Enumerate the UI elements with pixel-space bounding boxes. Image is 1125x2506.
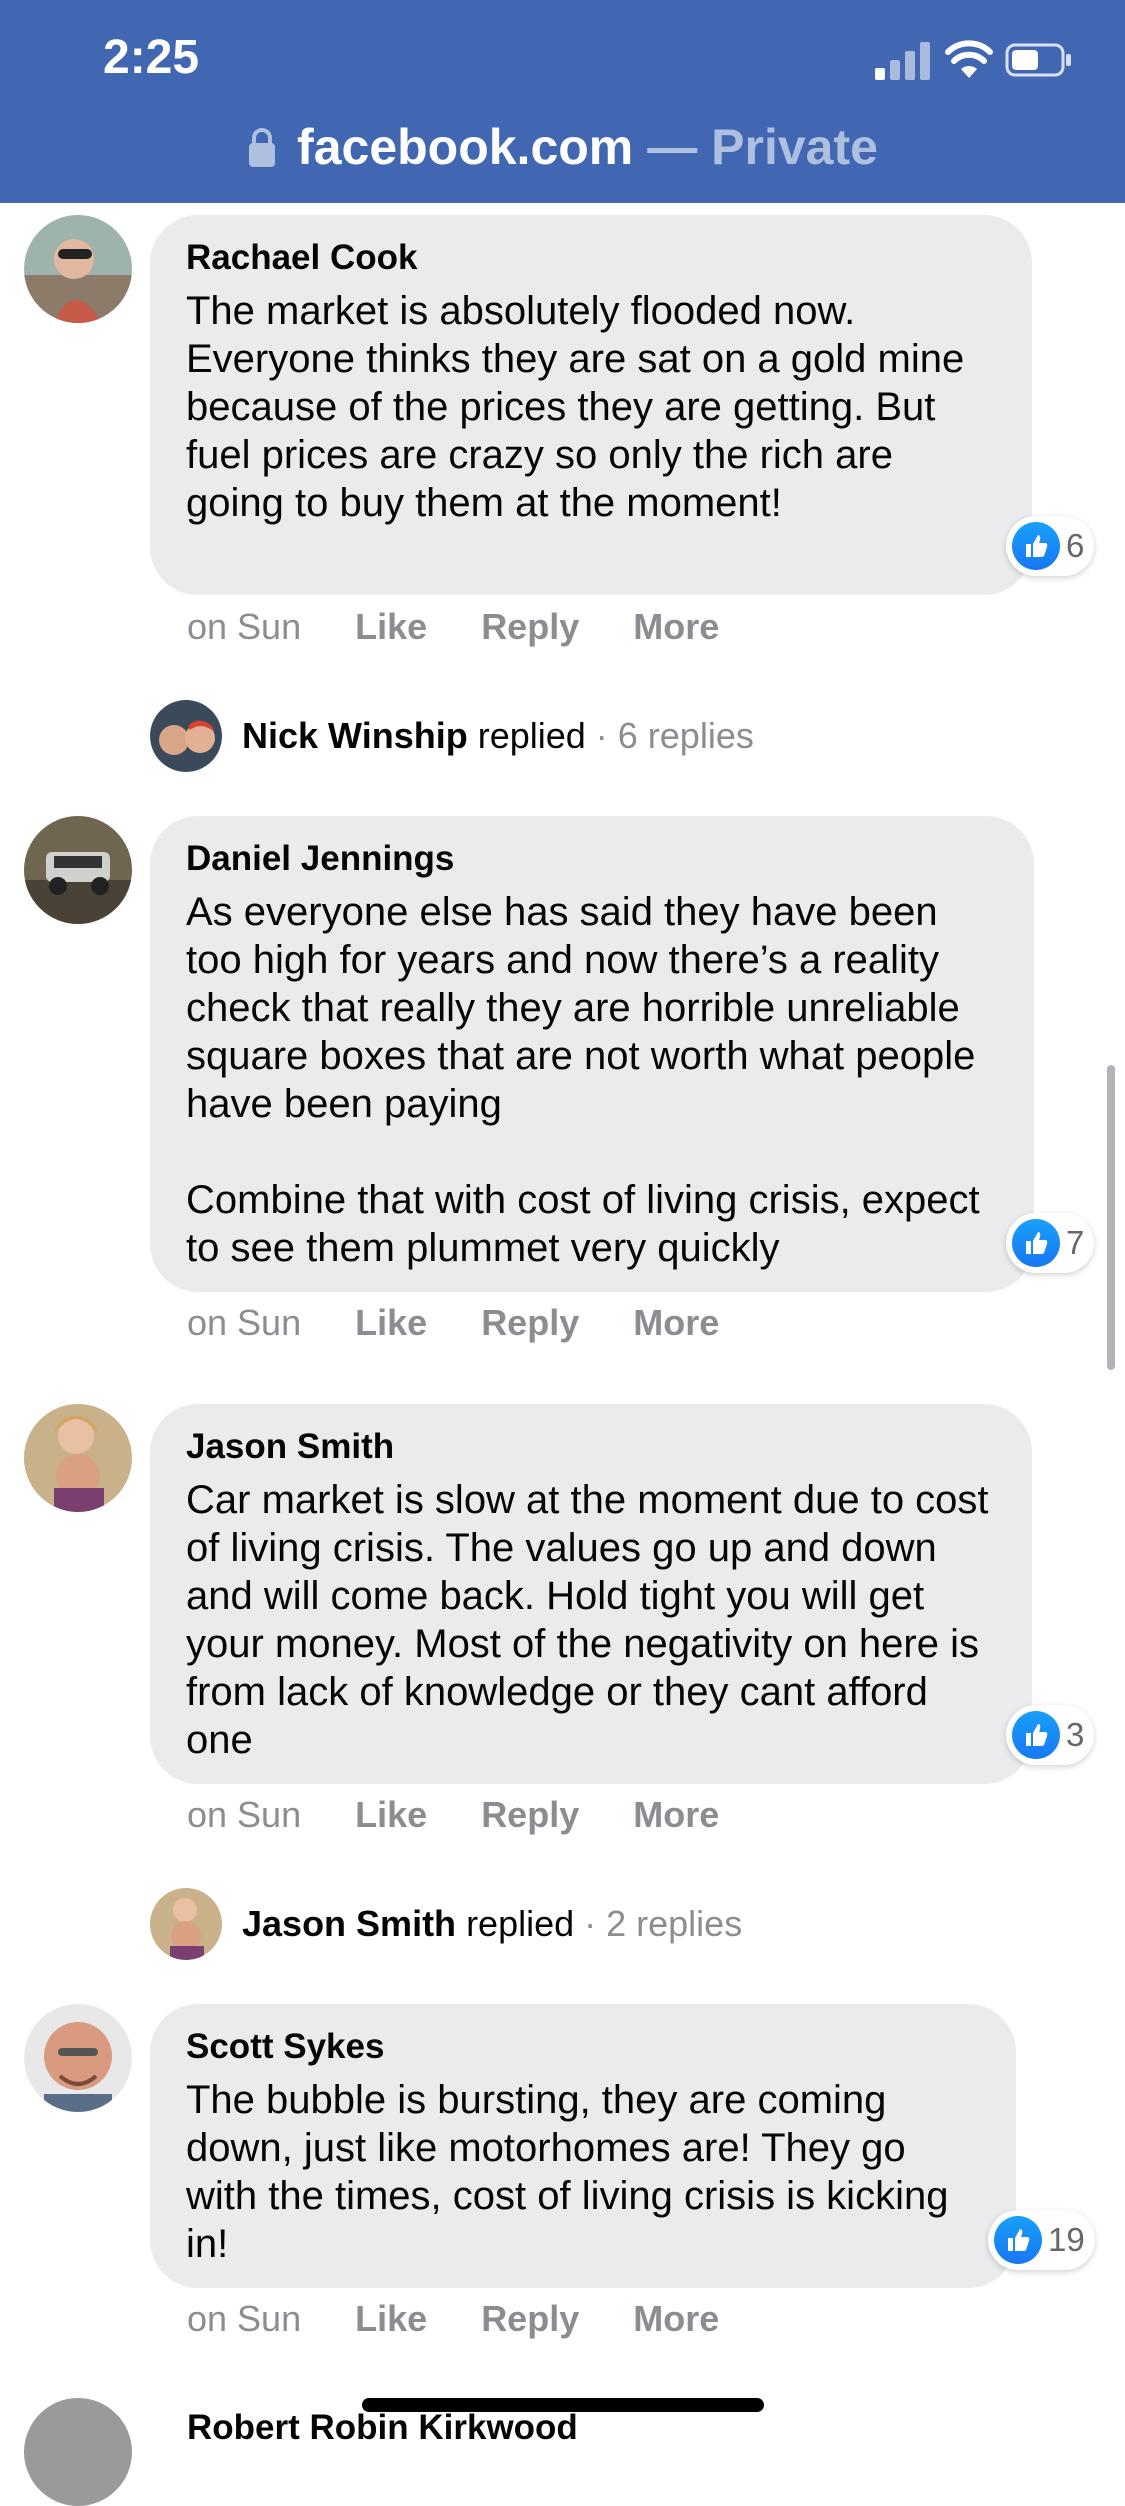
home-indicator[interactable] (362, 2398, 764, 2412)
reply-author[interactable]: Jason Smith (242, 1903, 456, 1945)
replies-link[interactable]: Nick Winship replied · 6 replies (150, 700, 754, 772)
comment-actions: on Sun Like Reply More (187, 1302, 763, 1344)
like-count: 7 (1066, 1224, 1085, 1261)
reply-avatar (150, 1888, 222, 1960)
reply-button[interactable]: Reply (481, 1794, 579, 1835)
reply-button[interactable]: Reply (481, 1302, 579, 1343)
status-time: 2:25 (103, 31, 200, 84)
like-button[interactable]: Like (355, 1794, 427, 1835)
reply-verb: replied (466, 1903, 575, 1944)
comment-actions: on Sun Like Reply More (187, 2298, 763, 2340)
url-domain: facebook.com (297, 119, 634, 175)
thumbs-up-icon (994, 2216, 1042, 2264)
comment-actions: on Sun Like Reply More (187, 606, 763, 648)
more-button[interactable]: More (633, 1794, 719, 1835)
comment-text: Car market is slow at the moment due to … (186, 1478, 989, 1762)
avatar[interactable] (24, 2004, 132, 2112)
profile-photo (24, 215, 132, 323)
comment-author[interactable]: Jason Smith (186, 1424, 996, 1470)
profile-photo (24, 816, 132, 924)
avatar[interactable] (24, 1404, 132, 1512)
lock-icon (249, 128, 276, 167)
browser-header: 2:25 facebook.com — Private (0, 0, 1125, 203)
comment-author[interactable]: Scott Sykes (186, 2024, 980, 2070)
scrollbar[interactable] (1107, 1065, 1115, 1370)
comment-text: The market is absolutely flooded now. Ev… (186, 289, 965, 525)
comment-bubble[interactable]: Daniel Jennings As everyone else has sai… (150, 816, 1034, 1292)
reply-button[interactable]: Reply (481, 606, 579, 647)
avatar[interactable] (24, 816, 132, 924)
comment-text: The bubble is bursting, they are coming … (186, 2078, 949, 2266)
comment-bubble[interactable]: Jason Smith Car market is slow at the mo… (150, 1404, 1032, 1784)
reply-verb: replied (477, 715, 586, 756)
more-button[interactable]: More (633, 2298, 719, 2339)
url-bar[interactable]: facebook.com — Private (0, 112, 1125, 182)
more-button[interactable]: More (633, 606, 719, 647)
like-count: 6 (1066, 527, 1085, 564)
reaction-count[interactable]: 6 (1006, 516, 1095, 576)
url-private-label: — Private (647, 119, 878, 175)
like-count: 19 (1048, 2221, 1085, 2258)
comment-author[interactable]: Robert Robin Kirkwood (187, 2408, 578, 2448)
reaction-count[interactable]: 3 (1006, 1705, 1095, 1765)
battery-icon (1005, 43, 1071, 77)
like-button[interactable]: Like (355, 1302, 427, 1343)
reaction-count[interactable]: 19 (988, 2210, 1095, 2270)
wifi-icon (945, 40, 993, 78)
profile-photo (150, 1888, 222, 1960)
profile-photo (150, 700, 222, 772)
profile-photo (24, 1404, 132, 1512)
more-button[interactable]: More (633, 1302, 719, 1343)
thumbs-up-icon (1012, 1711, 1060, 1759)
comment-author[interactable]: Rachael Cook (186, 235, 996, 281)
reply-count[interactable]: · 6 replies (596, 715, 754, 757)
comment-bubble[interactable]: Rachael Cook The market is absolutely fl… (150, 215, 1032, 595)
thumbs-up-icon (1012, 1219, 1060, 1267)
comment-author[interactable]: Daniel Jennings (186, 836, 998, 882)
reply-author[interactable]: Nick Winship (242, 715, 468, 757)
profile-photo (24, 2004, 132, 2112)
comment-actions: on Sun Like Reply More (187, 1794, 763, 1836)
reply-count[interactable]: · 2 replies (584, 1903, 742, 1945)
comment-text: As everyone else has said they have been… (186, 890, 980, 1270)
like-button[interactable]: Like (355, 606, 427, 647)
like-count: 3 (1066, 1716, 1085, 1753)
status-icons (873, 40, 1073, 80)
comment-bubble[interactable]: Scott Sykes The bubble is bursting, they… (150, 2004, 1016, 2288)
replies-link[interactable]: Jason Smith replied · 2 replies (150, 1888, 742, 1960)
like-button[interactable]: Like (355, 2298, 427, 2339)
reply-button[interactable]: Reply (481, 2298, 579, 2339)
comment-time[interactable]: on Sun (187, 1302, 301, 1343)
reply-avatar (150, 700, 222, 772)
avatar[interactable] (24, 215, 132, 323)
thumbs-up-icon (1012, 522, 1060, 570)
comment-time[interactable]: on Sun (187, 606, 301, 647)
comment-time[interactable]: on Sun (187, 1794, 301, 1835)
comment-time[interactable]: on Sun (187, 2298, 301, 2339)
cellular-signal-icon (875, 42, 930, 80)
avatar[interactable] (24, 2398, 132, 2506)
reaction-count[interactable]: 7 (1006, 1213, 1095, 1273)
